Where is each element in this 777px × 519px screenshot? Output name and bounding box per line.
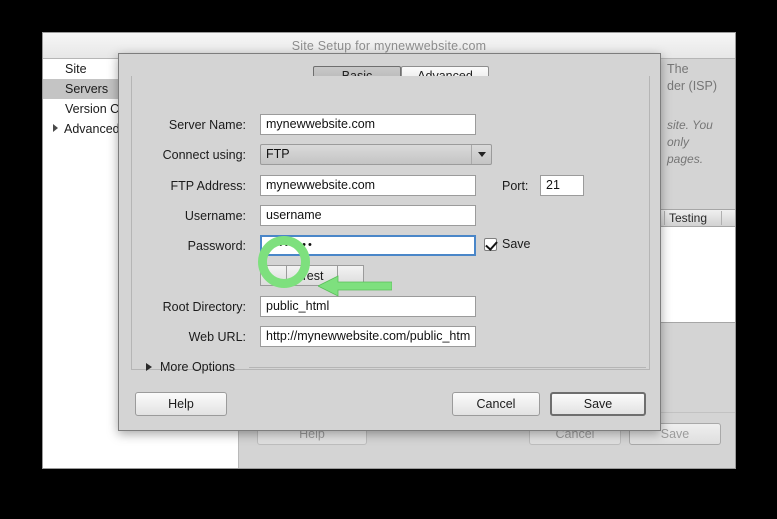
chevron-down-icon[interactable]	[471, 145, 491, 164]
desc-italic-2: pages.	[667, 152, 704, 166]
ftp-address-label: FTP Address:	[170, 179, 247, 193]
field-row-root-directory: Root Directory: public_html	[132, 296, 649, 318]
server-name-label: Server Name:	[168, 118, 246, 132]
divider	[249, 366, 646, 368]
test-button[interactable]: Test	[286, 265, 338, 286]
ftp-address-input[interactable]: mynewwebsite.com	[260, 175, 476, 196]
input-value: mynewwebsite.com	[266, 117, 376, 131]
checkbox-label: Save	[502, 237, 531, 251]
password-label: Password:	[187, 239, 246, 253]
basic-settings-panel: Server Name: mynewwebsite.com Connect us…	[131, 76, 650, 374]
save-password-checkbox[interactable]: Save	[484, 237, 531, 251]
test-group-right-spacer	[338, 265, 364, 286]
column-header-testing: Testing	[669, 211, 708, 225]
field-row-web-url: Web URL: http://mynewwebsite.com/public_…	[132, 326, 649, 348]
username-label: Username:	[184, 209, 246, 223]
field-row-test: Test	[132, 265, 649, 287]
field-row-server-name: Server Name: mynewwebsite.com	[132, 114, 649, 136]
input-value: username	[266, 208, 322, 222]
help-button[interactable]: Help	[135, 392, 227, 416]
test-button-group: Test	[260, 265, 364, 286]
connect-using-select[interactable]: FTP	[260, 144, 492, 165]
server-name-input[interactable]: mynewwebsite.com	[260, 114, 476, 135]
button-label: Save	[660, 427, 690, 441]
web-url-label: Web URL:	[188, 330, 246, 344]
sidebar-item-label: Servers	[65, 82, 109, 96]
port-input[interactable]: 21	[540, 175, 584, 196]
servers-table-header: Testing	[659, 209, 735, 227]
password-input[interactable]: ••••••••	[260, 235, 476, 256]
button-label: Help	[168, 397, 194, 411]
screenshot-canvas: Site Setup for mynewwebsite.com Site Ser…	[0, 0, 777, 519]
column-divider	[664, 211, 665, 225]
input-value: ••••••••	[267, 239, 314, 251]
field-row-password: Password: •••••••• Save	[132, 235, 649, 257]
column-divider	[721, 211, 722, 225]
web-url-input[interactable]: http://mynewwebsite.com/public_htm	[260, 326, 476, 347]
save-button[interactable]: Save	[550, 392, 646, 416]
cancel-button[interactable]: Cancel	[452, 392, 540, 416]
desc-line-2: der (ISP)	[667, 79, 718, 93]
connect-using-label: Connect using:	[162, 148, 246, 162]
input-value: mynewwebsite.com	[266, 178, 376, 192]
servers-table-body	[659, 227, 735, 323]
port-label: Port:	[502, 179, 529, 193]
input-value: public_html	[266, 299, 330, 313]
server-settings-dialog: Basic Advanced Server Name: mynewwebsite…	[118, 53, 661, 431]
chevron-right-icon[interactable]	[146, 363, 152, 371]
field-row-ftp-address: FTP Address: mynewwebsite.com Port: 21	[132, 175, 649, 197]
more-options-label: More Options	[160, 360, 236, 374]
button-label: Save	[583, 397, 613, 411]
select-value: FTP	[266, 147, 290, 161]
sidebar-item-label: Site	[65, 62, 87, 76]
more-options-disclosure[interactable]: More Options	[146, 359, 646, 375]
root-directory-label: Root Directory:	[162, 300, 246, 314]
input-value: http://mynewwebsite.com/public_htm	[266, 329, 471, 343]
checkbox-checked-icon[interactable]	[484, 237, 497, 251]
background-description: The der (ISP) site. You only pages.	[667, 61, 735, 168]
root-directory-input[interactable]: public_html	[260, 296, 476, 317]
username-input[interactable]: username	[260, 205, 476, 226]
input-value: 21	[546, 178, 560, 192]
page-title: Site Setup for mynewwebsite.com	[291, 38, 487, 53]
field-row-username: Username: username	[132, 205, 649, 227]
field-row-connect-using: Connect using: FTP	[132, 144, 649, 166]
test-group-left-spacer	[260, 265, 286, 286]
button-label: Cancel	[476, 397, 516, 411]
desc-italic-1: site. You only	[667, 118, 713, 149]
button-label: Test	[300, 268, 324, 283]
desc-line-1: The	[667, 62, 689, 76]
